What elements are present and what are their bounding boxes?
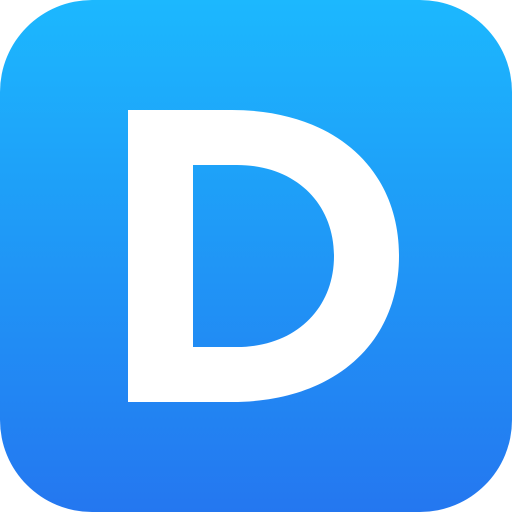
app-icon[interactable]: D [0, 0, 512, 512]
letter-d-icon: D [128, 110, 399, 402]
